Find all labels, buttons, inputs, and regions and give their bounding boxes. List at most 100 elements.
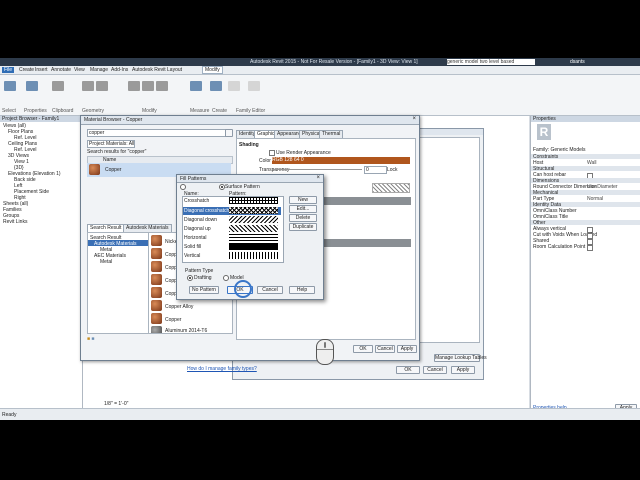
new-pattern-button[interactable]: New (289, 196, 317, 204)
material-swatch (151, 300, 162, 311)
align-icon[interactable] (128, 81, 140, 91)
tab-annotate[interactable]: Annotate (51, 67, 71, 73)
transparency-value[interactable]: 0 (364, 166, 387, 174)
search-input[interactable]: generic model two level based (447, 59, 535, 65)
help-button[interactable]: Help (289, 286, 315, 294)
model-radio[interactable] (223, 275, 229, 281)
cancel-button[interactable]: Cancel (423, 366, 447, 374)
material-search-input[interactable]: copper (87, 129, 230, 137)
properties-icon[interactable] (26, 81, 38, 91)
color-value: RGB 128 64 0 (272, 157, 304, 163)
pattern-name[interactable]: Diagonal down (184, 217, 217, 223)
section-constraints[interactable]: Constraints (531, 154, 640, 160)
search-toggle-icon[interactable] (225, 129, 233, 137)
duplicate-pattern-button[interactable]: Duplicate (289, 223, 317, 231)
tab-search-result[interactable]: Search Result (87, 224, 125, 232)
properties-title: Properties (533, 116, 556, 122)
pattern-name[interactable]: Diagonal up (184, 226, 211, 232)
folder-icon[interactable]: ■ (87, 336, 90, 342)
no-pattern-button[interactable]: No Pattern (189, 286, 219, 294)
tab-add-ins[interactable]: Add-Ins (111, 67, 128, 73)
library-item[interactable]: Copper Alloy (165, 304, 193, 310)
project-browser: Project Browser - Family1 Views (all) Fl… (0, 116, 83, 416)
mouse-icon (316, 339, 334, 365)
pattern-name[interactable]: Diagonal crosshatch (184, 208, 229, 214)
tab-autodesk-materials[interactable]: Autodesk Materials (123, 224, 172, 232)
cancel-button[interactable]: Cancel (375, 345, 395, 353)
view-scale[interactable]: 1/8" = 1'-0" (104, 401, 128, 407)
shading-heading[interactable]: Shading (239, 142, 259, 148)
tab-modify[interactable]: Modify (202, 66, 223, 74)
material-browser-title: Material Browser - Copper (84, 117, 143, 123)
use-render-label: Use Render Appearance (276, 150, 331, 156)
color-label: Color (259, 158, 271, 164)
manage-family-help-link[interactable]: How do I manage family types? (187, 366, 257, 372)
measure-icon[interactable] (190, 81, 202, 91)
pattern-name[interactable]: Crosshatch (184, 198, 209, 204)
tree-item[interactable]: Revit Links (3, 219, 27, 225)
library-item[interactable]: Copper (165, 317, 181, 323)
vertical-swatch (229, 252, 278, 259)
close-icon[interactable]: × (412, 116, 416, 122)
modify-tool-icon[interactable] (4, 81, 16, 91)
type-selector[interactable]: Family: Generic Models (533, 147, 586, 153)
join-icon[interactable] (96, 81, 108, 91)
section-structural[interactable]: Structural (531, 166, 640, 172)
crosshatch-swatch (229, 197, 278, 204)
prop-checkbox[interactable] (587, 245, 593, 251)
library-item[interactable]: Aluminum 2014-T6 (165, 328, 207, 333)
color-swatch[interactable]: RGB 128 64 0 (272, 157, 410, 164)
section-identity-data[interactable]: Identity Data (531, 202, 640, 208)
material-swatch (151, 235, 162, 246)
user-name[interactable]: dsants (570, 59, 585, 65)
section-other[interactable]: Other (531, 220, 640, 226)
tab-create[interactable]: Create (19, 67, 34, 73)
pattern-name[interactable]: Horizontal (184, 235, 207, 241)
pattern-name[interactable]: Solid fill (184, 244, 201, 250)
transparency-slider[interactable] (272, 169, 362, 170)
ok-button[interactable]: OK (353, 345, 373, 353)
section-dimensions[interactable]: Dimensions (531, 178, 640, 184)
section-mechanical[interactable]: Mechanical (531, 190, 640, 196)
manage-lookup-button[interactable]: Manage Lookup Tables (434, 354, 487, 362)
load-into-project-icon[interactable] (228, 81, 240, 91)
apply-button[interactable]: Apply (397, 345, 417, 353)
tab-revit-layout[interactable]: Autodesk Revit Layout (132, 67, 182, 73)
create-icon[interactable] (210, 81, 222, 91)
pattern-name[interactable]: Vertical (184, 253, 200, 259)
drafting-radio[interactable] (187, 275, 193, 281)
copper-swatch (89, 164, 100, 175)
cancel-button[interactable]: Cancel (257, 286, 283, 294)
group-family-editor: Family Editor (236, 108, 266, 114)
delete-pattern-button[interactable]: Delete (289, 214, 317, 222)
mouse-divider (317, 349, 333, 350)
library-icon[interactable]: ■ (91, 336, 94, 342)
copy-icon[interactable] (156, 81, 168, 91)
render-appearance-checkbox[interactable] (269, 150, 275, 156)
group-clipboard: Clipboard (52, 108, 74, 114)
fill-patterns-dialog: Fill Patterns × Surface Pattern Name: Pa… (176, 174, 324, 300)
tab-view[interactable]: View (74, 67, 85, 73)
project-browser-title: Project Browser - Family1 (2, 116, 60, 122)
tab-insert[interactable]: Insert (35, 67, 48, 73)
paste-icon[interactable] (52, 81, 64, 91)
surface-pattern-preview[interactable] (372, 183, 410, 193)
cut-icon[interactable] (82, 81, 94, 91)
move-icon[interactable] (142, 81, 154, 91)
project-materials-filter[interactable]: Project Materials: All (87, 140, 135, 148)
diagonal-down-swatch (229, 216, 278, 223)
tab-manage[interactable]: Manage (90, 67, 108, 73)
group-select[interactable]: Select (2, 108, 16, 114)
tab-thermal[interactable]: Thermal (319, 130, 344, 138)
apply-button[interactable]: Apply (451, 366, 475, 374)
tab-file[interactable]: File (2, 67, 15, 73)
drafting-filter-radio[interactable] (180, 184, 186, 190)
tree-item[interactable]: Metal (100, 259, 112, 265)
edit-pattern-button[interactable]: Edit... (289, 205, 317, 213)
diagonal-up-swatch (229, 225, 278, 232)
ok-button[interactable]: OK (396, 366, 420, 374)
ribbon-tabs: File Create Insert Annotate View Manage … (0, 66, 640, 75)
close-icon[interactable]: × (316, 175, 320, 181)
load-into-project-close-icon[interactable] (248, 81, 260, 91)
window-title: Autodesk Revit 2015 - Not For Resale Ver… (250, 59, 418, 65)
